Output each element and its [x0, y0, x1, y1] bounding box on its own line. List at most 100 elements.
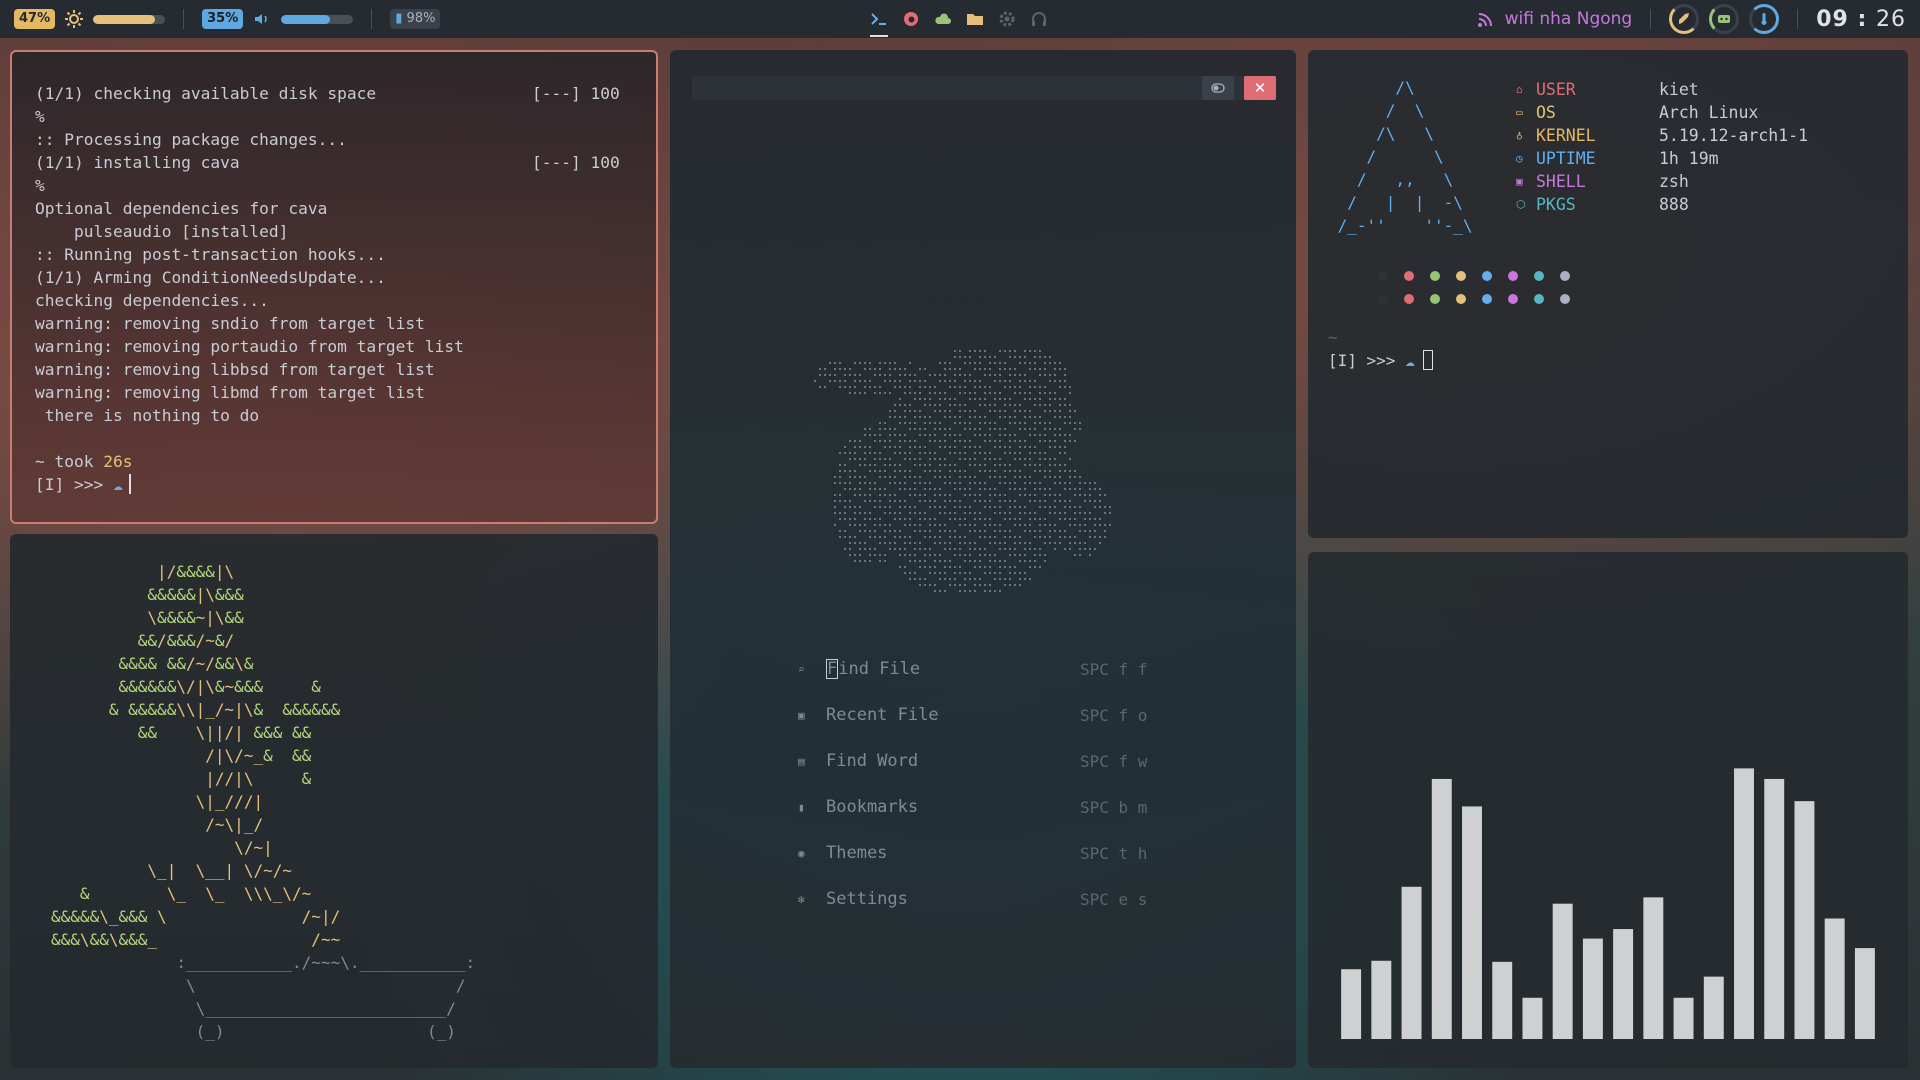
logo-dot: [834, 476, 836, 478]
logo-dot: [859, 548, 861, 550]
menu-item-bookmarks[interactable]: ▮ Bookmarks SPC b m: [798, 784, 1178, 830]
logo-dot: [999, 368, 1001, 370]
menu-item-recent-file[interactable]: ▣ Recent File SPC f o: [798, 692, 1178, 738]
logo-dot: [974, 368, 976, 370]
logo-dot: [919, 494, 921, 496]
logo-dot: [1079, 530, 1081, 532]
fetch-window[interactable]: /\ / \ /\ \ / \ / ,, \ / | | -\ /_-'' ''…: [1308, 50, 1908, 538]
logo-dot: [954, 566, 956, 568]
logo-dot: [939, 398, 941, 400]
logo-dot: [884, 542, 886, 544]
headphones-icon[interactable]: [1030, 10, 1048, 28]
menu-item-settings[interactable]: ✻ Settings SPC e s: [798, 876, 1178, 922]
logo-dot: [989, 566, 991, 568]
toggle-button[interactable]: [1202, 76, 1234, 100]
logo-dot: [1004, 416, 1006, 418]
logo-dot: [919, 512, 921, 514]
logo-dot: [1104, 536, 1106, 538]
logo-dot: [919, 452, 921, 454]
cloud-icon[interactable]: [934, 10, 952, 28]
wifi-icon[interactable]: [1477, 10, 1495, 28]
bonsai-window[interactable]: |/&&&&|\ &&&&&|\&&& \&&&&~|\&& &&/&&&/~&…: [10, 534, 658, 1068]
logo-dot: [999, 416, 1001, 418]
logo-dot: [1044, 458, 1046, 460]
cava-bar: [1764, 778, 1785, 1039]
temperature-ring[interactable]: [1749, 4, 1780, 34]
editor-tabline[interactable]: [692, 76, 1272, 100]
logo-dot: [984, 506, 986, 508]
logo-dot: [1004, 350, 1006, 352]
logo-dot: [1019, 428, 1021, 430]
volume-badge[interactable]: 35%: [202, 9, 244, 29]
bonsai-line: |//|\ &: [205, 769, 312, 788]
logo-dot: [934, 506, 936, 508]
wifi-name[interactable]: wifi nha Ngong: [1505, 9, 1633, 29]
logo-dot: [944, 590, 946, 592]
logo-dot: [869, 434, 871, 436]
logo-dot: [1069, 458, 1071, 460]
logo-dot: [954, 548, 956, 550]
fetch-prompt: ~ [I] >>> ☁: [1328, 326, 1433, 372]
volume-icon[interactable]: [253, 10, 271, 28]
logo-dot: [849, 386, 851, 388]
logo-dot: [914, 464, 916, 466]
logo-dot: [1004, 578, 1006, 580]
logo-dot: [1014, 440, 1016, 442]
logo-dot: [904, 392, 906, 394]
logo-dot: [849, 536, 851, 538]
logo-dot: [984, 374, 986, 376]
logo-dot: [1024, 422, 1026, 424]
logo-dot: [969, 416, 971, 418]
logo-dot: [969, 392, 971, 394]
logo-dot: [944, 374, 946, 376]
clock[interactable]: 09 : 26: [1816, 7, 1906, 32]
logo-dot: [1084, 542, 1086, 544]
logo-dot: [894, 404, 896, 406]
menu-item-themes[interactable]: ◉ Themes SPC t h: [798, 830, 1178, 876]
folder-icon[interactable]: [966, 10, 984, 28]
logo-dot: [954, 404, 956, 406]
logo-dot: [969, 440, 971, 442]
logo-dot: [854, 542, 856, 544]
logo-dot: [949, 512, 951, 514]
logo-dot: [934, 584, 936, 586]
disk-badge[interactable]: ▮ 98%: [390, 9, 441, 29]
cpu-ring[interactable]: [1669, 4, 1700, 34]
volume-slider[interactable]: [281, 14, 354, 24]
menu-item-find-word[interactable]: ▤ Find Word SPC f w: [798, 738, 1178, 784]
logo-dot: [939, 446, 941, 448]
logo-dot: [889, 530, 891, 532]
firefox-icon[interactable]: [902, 10, 920, 28]
logo-dot: [864, 464, 866, 466]
terminal-icon[interactable]: [870, 10, 888, 37]
logo-dot: [889, 464, 891, 466]
logo-dot: [1024, 512, 1026, 514]
terminal-window[interactable]: (1/1) checking available disk space [---…: [10, 50, 658, 524]
logo-dot: [884, 362, 886, 364]
editor-window[interactable]: ✕ ⌕ Find File SPC f f ▣ Recent File SPC f o ▤ F…: [670, 50, 1296, 1068]
palette-dot: [1482, 270, 1492, 281]
battery-badge[interactable]: 47%: [14, 9, 56, 29]
logo-dot: [1079, 476, 1081, 478]
logo-dot: [1014, 500, 1016, 502]
cava-visualizer-window[interactable]: [1308, 552, 1908, 1068]
logo-dot: [1084, 512, 1086, 514]
brightness-slider[interactable]: [93, 14, 166, 24]
logo-dot: [989, 506, 991, 508]
close-button[interactable]: ✕: [1244, 76, 1276, 100]
logo-dot: [864, 458, 866, 460]
logo-dot: [1029, 476, 1031, 478]
gear-icon[interactable]: [998, 10, 1016, 28]
logo-dot: [1004, 482, 1006, 484]
logo-dot: [889, 500, 891, 502]
ram-ring[interactable]: [1709, 4, 1740, 34]
logo-dot: [1079, 512, 1081, 514]
logo-dot: [1004, 434, 1006, 436]
logo-dot: [939, 494, 941, 496]
logo-dot: [1009, 578, 1011, 580]
menu-item-find-file[interactable]: ⌕ Find File SPC f f: [798, 646, 1178, 692]
logo-dot: [1084, 548, 1086, 550]
logo-dot: [889, 416, 891, 418]
logo-dot: [954, 530, 956, 532]
logo-dot: [974, 446, 976, 448]
